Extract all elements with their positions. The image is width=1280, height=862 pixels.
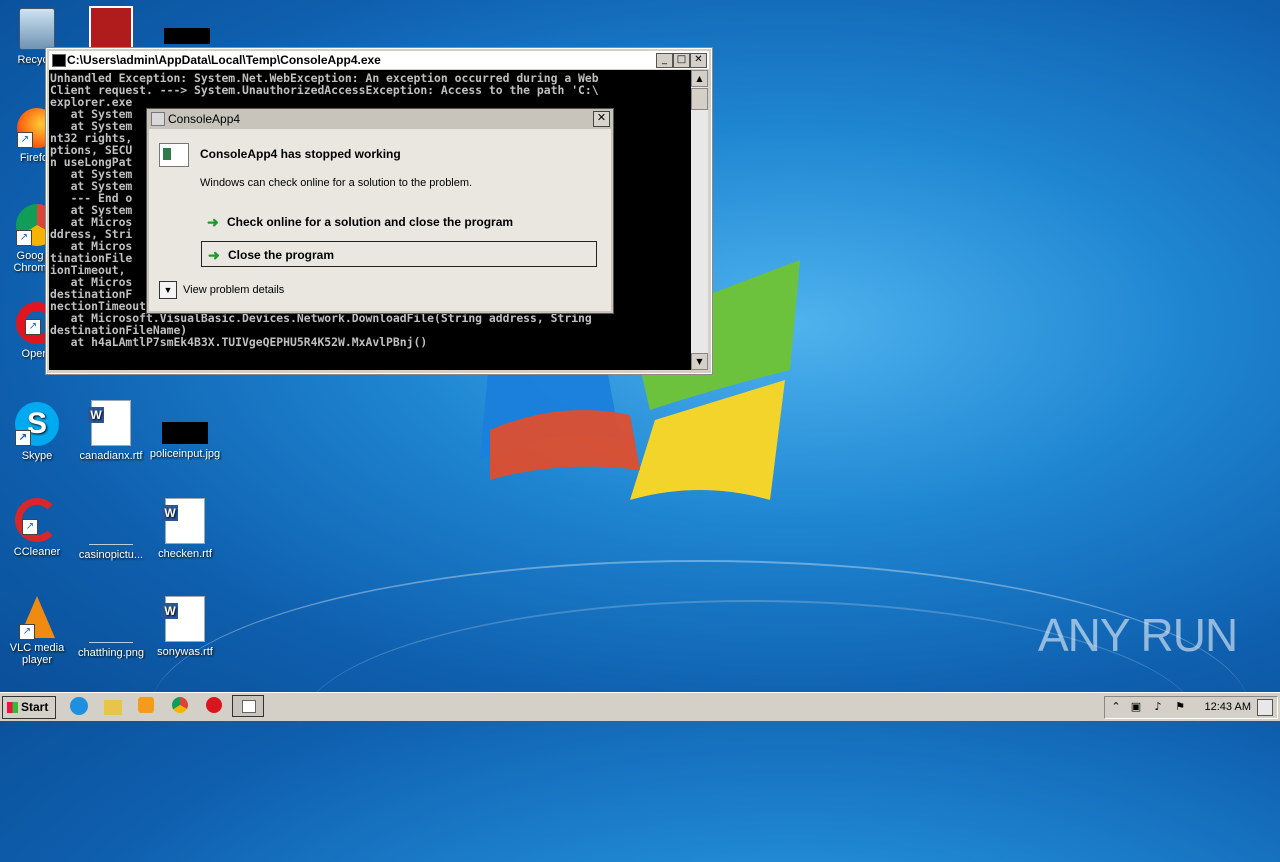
- word-doc-icon: W: [162, 596, 205, 642]
- opera-icon[interactable]: [206, 697, 222, 713]
- skype-icon: S ↗: [15, 402, 59, 446]
- dialog-app-icon: [151, 112, 165, 126]
- image-file-icon: [89, 596, 133, 643]
- show-hidden-icons-icon[interactable]: ⌃: [1109, 700, 1123, 714]
- system-tray: ⌃ ▣ ♪ ⚑ 12:43 AM: [1104, 696, 1278, 719]
- dialog-body: ConsoleApp4 has stopped working Windows …: [149, 129, 611, 311]
- desktop-icon-skype[interactable]: S ↗ Skype: [0, 402, 74, 462]
- network-icon[interactable]: ▣: [1129, 700, 1143, 714]
- error-dialog[interactable]: ConsoleApp4 ✕ ConsoleApp4 has stopped wo…: [146, 108, 614, 314]
- image-file-icon: [89, 498, 133, 545]
- dialog-titlebar[interactable]: ConsoleApp4 ✕: [147, 109, 613, 128]
- view-problem-details-toggle[interactable]: ▼ View problem details: [159, 281, 284, 299]
- dialog-title: ConsoleApp4: [168, 112, 241, 126]
- desktop-icon-chatthing[interactable]: chatthing.png: [74, 596, 148, 659]
- media-player-icon[interactable]: [138, 697, 154, 713]
- desktop-icon-vlc[interactable]: ↗ VLC media player: [0, 596, 74, 666]
- maximize-button[interactable]: □: [673, 53, 690, 68]
- desktop-icon-black-file[interactable]: [150, 28, 224, 48]
- close-program-option[interactable]: ➜ Close the program: [201, 241, 597, 267]
- dialog-close-button[interactable]: ✕: [593, 111, 610, 127]
- desktop-icon-ccleaner[interactable]: ↗ CCleaner: [0, 498, 74, 558]
- taskbar: Start ⌃ ▣ ♪ ⚑ 12:43 AM: [0, 692, 1280, 721]
- vlc-icon: ↗: [19, 596, 55, 640]
- dialog-heading: ConsoleApp4 has stopped working: [200, 147, 401, 161]
- console-app-icon: [242, 700, 256, 713]
- green-arrow-icon: ➜: [208, 247, 220, 263]
- scroll-down-icon[interactable]: ▼: [691, 353, 708, 370]
- word-doc-icon: W: [162, 498, 205, 544]
- application-icon: [159, 143, 189, 167]
- volume-icon[interactable]: ♪: [1151, 700, 1165, 714]
- chrome-icon[interactable]: [172, 697, 188, 713]
- desktop-icon-casinopicture[interactable]: casinopictu...: [74, 498, 148, 561]
- minimize-button[interactable]: _: [656, 53, 673, 68]
- desktop-icon-checken[interactable]: W checken.rtf: [148, 498, 222, 560]
- pdf-icon: [89, 6, 133, 50]
- explorer-icon[interactable]: [104, 700, 122, 715]
- chevron-down-icon[interactable]: ▼: [159, 281, 177, 299]
- recycle-bin-icon: [19, 8, 55, 50]
- console-title: C:\Users\admin\AppData\Local\Temp\Consol…: [67, 53, 381, 67]
- clock[interactable]: 12:43 AM: [1205, 701, 1251, 713]
- show-desktop-button[interactable]: [1257, 699, 1273, 716]
- check-online-option[interactable]: ➜ Check online for a solution and close …: [201, 209, 597, 235]
- ccleaner-icon: ↗: [15, 498, 59, 542]
- close-button[interactable]: ✕: [690, 53, 707, 68]
- action-center-flag-icon[interactable]: ⚑: [1173, 700, 1187, 714]
- green-arrow-icon: ➜: [207, 214, 219, 230]
- anyrun-watermark: ANY RUN: [1038, 609, 1238, 661]
- desktop-icon-policeinput[interactable]: policeinput.jpg: [148, 400, 222, 460]
- word-doc-icon: W: [88, 400, 131, 446]
- ie-icon[interactable]: [70, 697, 88, 715]
- console-titlebar[interactable]: C:\Users\admin\AppData\Local\Temp\Consol…: [49, 51, 709, 69]
- dialog-message: Windows can check online for a solution …: [200, 177, 473, 189]
- desktop-icon-sonywas[interactable]: W sonywas.rtf: [148, 596, 222, 658]
- console-app-taskbar-button[interactable]: [232, 695, 264, 717]
- scroll-up-icon[interactable]: ▲: [691, 70, 708, 87]
- console-app-icon: [52, 54, 66, 67]
- image-file-icon: [164, 28, 210, 44]
- scroll-thumb[interactable]: [691, 88, 708, 110]
- image-file-icon: [162, 422, 208, 444]
- desktop-icon-canadianx[interactable]: W canadianx.rtf: [74, 400, 148, 462]
- console-scrollbar[interactable]: ▲ ▼: [691, 70, 708, 370]
- start-button[interactable]: Start: [2, 696, 56, 719]
